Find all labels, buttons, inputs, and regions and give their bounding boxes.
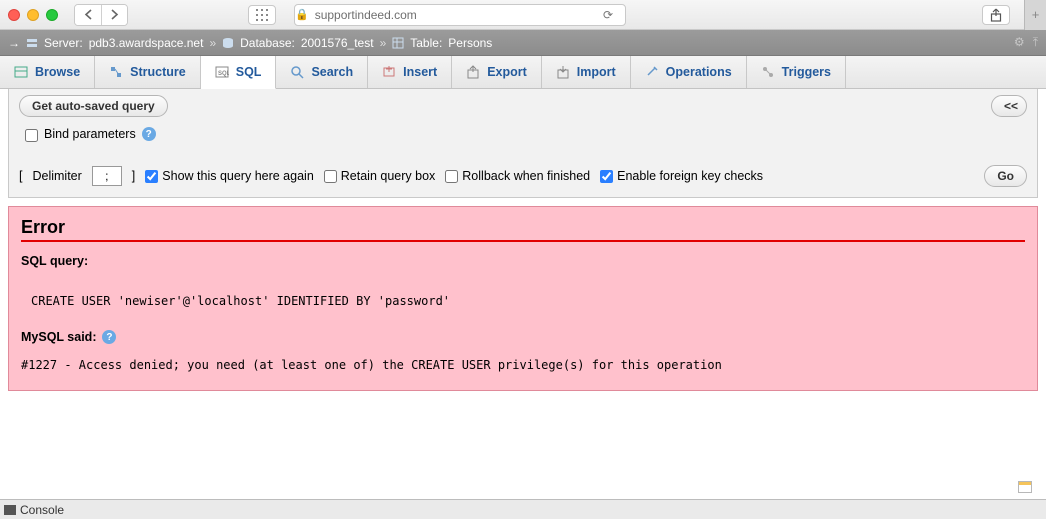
database-icon [222,37,234,49]
delimiter-label: Delimiter [32,169,81,183]
fk-checks-checkbox[interactable] [600,170,613,183]
table-label: Table: [410,36,442,50]
url-bar[interactable]: 🔒 supportindeed.com ⟳ [294,4,626,26]
retain-box-label: Retain query box [341,169,436,183]
tab-operations[interactable]: Operations [631,56,747,88]
database-value[interactable]: 2001576_test [301,36,374,50]
mysql-error-message: #1227 - Access denied; you need (at leas… [21,358,1025,372]
gear-icon[interactable]: ⚙ [1014,35,1025,50]
minimize-window-button[interactable] [27,9,39,21]
server-icon [26,37,38,49]
tab-triggers[interactable]: Triggers [747,56,846,88]
bind-params-checkbox[interactable] [25,129,38,142]
breadcrumb-sep: » [209,36,216,50]
get-autosaved-button[interactable]: Get auto-saved query [19,95,168,117]
sql-query-text: CREATE USER 'newiser'@'localhost' IDENTI… [31,294,1025,308]
forward-button[interactable] [101,5,127,25]
tab-label: Insert [403,65,437,79]
bracket-l: [ [19,169,22,183]
table-tabs: Browse Structure SQL SQL Search Insert Ex… [0,56,1046,89]
apps-grid-icon[interactable] [248,5,276,25]
tab-label: SQL [236,65,262,79]
fk-checks-label: Enable foreign key checks [617,169,763,183]
browse-icon [14,65,28,79]
back-button[interactable] [75,5,101,25]
new-tab-button[interactable]: + [1024,0,1046,30]
collapse-icon[interactable]: ⤒ [1033,35,1038,50]
tab-export[interactable]: Export [452,56,542,88]
tab-insert[interactable]: Insert [368,56,452,88]
tab-label: Operations [666,65,732,79]
help-icon[interactable]: ? [102,330,116,344]
tab-structure[interactable]: Structure [95,56,201,88]
lock-icon: 🔒 [295,8,309,21]
arrow-right-icon: → [8,36,20,50]
breadcrumb: → Server: pdb3.awardspace.net » Database… [0,30,1046,56]
structure-icon [109,65,123,79]
tab-label: Triggers [782,65,831,79]
browser-toolbar: 🔒 supportindeed.com ⟳ + [0,0,1046,30]
go-button[interactable]: Go [984,165,1027,187]
search-icon [290,65,304,79]
tab-browse[interactable]: Browse [0,56,95,88]
window-controls [8,9,58,21]
server-value[interactable]: pdb3.awardspace.net [89,36,204,50]
insert-icon [382,65,396,79]
operations-icon [645,65,659,79]
tab-label: Search [311,65,353,79]
tab-label: Structure [130,65,186,79]
tab-label: Browse [35,65,80,79]
database-label: Database: [240,36,295,50]
svg-text:SQL: SQL [218,71,229,77]
share-button[interactable] [982,5,1010,25]
help-icon[interactable]: ? [142,127,156,141]
sql-query-label: SQL query: [21,254,1025,268]
tab-import[interactable]: Import [542,56,631,88]
server-label: Server: [44,36,83,50]
sql-icon: SQL [215,65,229,79]
mysql-said-label: MySQL said: [21,330,96,344]
bracket-r: ] [132,169,135,183]
import-icon [556,65,570,79]
table-value[interactable]: Persons [448,36,492,50]
tab-label: Export [487,65,527,79]
error-title: Error [21,217,1025,242]
window-icon[interactable] [1018,481,1032,493]
tab-label: Import [577,65,616,79]
breadcrumb-sep: » [380,36,387,50]
history-back-button[interactable]: << [991,95,1027,117]
rollback-checkbox[interactable] [445,170,458,183]
export-icon [466,65,480,79]
url-host: supportindeed.com [315,8,417,22]
sql-panel: Get auto-saved query << Bind parameters … [8,89,1038,198]
tab-sql[interactable]: SQL SQL [201,56,277,89]
delimiter-input[interactable] [92,166,122,186]
console-bar[interactable]: Console [0,499,1046,519]
show-again-checkbox[interactable] [145,170,158,183]
maximize-window-button[interactable] [46,9,58,21]
close-window-button[interactable] [8,9,20,21]
console-icon [4,505,16,515]
table-icon [392,37,404,49]
reload-icon[interactable]: ⟳ [603,8,619,22]
retain-box-checkbox[interactable] [324,170,337,183]
error-box: Error SQL query: CREATE USER 'newiser'@'… [8,206,1038,391]
show-again-label: Show this query here again [162,169,313,183]
bind-params-label: Bind parameters [44,127,136,141]
rollback-label: Rollback when finished [462,169,590,183]
console-label: Console [20,503,64,517]
triggers-icon [761,65,775,79]
tab-search[interactable]: Search [276,56,368,88]
nav-buttons [74,4,128,26]
